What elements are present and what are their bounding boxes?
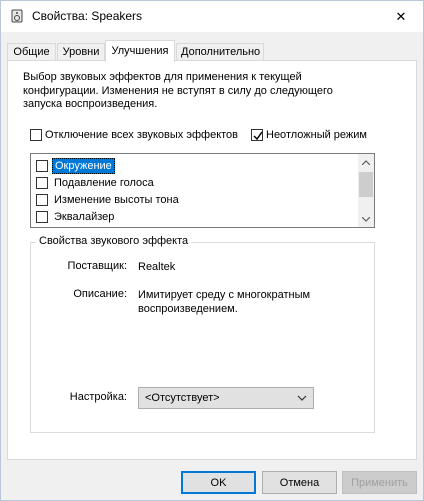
list-item[interactable]: Окружение bbox=[36, 157, 115, 174]
effect-label: Подавление голоса bbox=[54, 176, 154, 189]
tab-general[interactable]: Общие bbox=[7, 43, 56, 61]
list-item[interactable]: Изменение высоты тона bbox=[36, 191, 181, 208]
effect-checkbox[interactable] bbox=[36, 193, 48, 206]
disable-all-checkbox[interactable] bbox=[30, 129, 42, 141]
immediate-mode-row[interactable]: Неотложный режим bbox=[251, 129, 367, 141]
immediate-mode-label: Неотложный режим bbox=[266, 129, 367, 141]
tab-advanced[interactable]: Дополнительно bbox=[176, 43, 264, 61]
setting-select-value: <Отсутствует> bbox=[145, 392, 220, 404]
disable-all-row[interactable]: Отключение всех звуковых эффектов bbox=[30, 129, 238, 141]
description-value: Имитирует среду с многократным воспроизв… bbox=[138, 289, 311, 315]
effect-properties-title: Свойства звукового эффекта bbox=[36, 235, 192, 247]
tab-enhancements[interactable]: Улучшения bbox=[105, 40, 175, 62]
provider-label: Поставщик: bbox=[67, 260, 127, 272]
ok-button[interactable]: OK bbox=[181, 471, 256, 494]
setting-select[interactable]: <Отсутствует> bbox=[138, 387, 314, 409]
effects-scrollbar[interactable] bbox=[358, 154, 374, 227]
effect-label: Изменение высоты тона bbox=[54, 193, 179, 206]
setting-label: Настройка: bbox=[69, 391, 127, 403]
scroll-thumb[interactable] bbox=[359, 172, 373, 197]
effect-checkbox[interactable] bbox=[36, 176, 48, 189]
effect-checkbox[interactable] bbox=[36, 210, 48, 223]
window-title: Свойства: Speakers bbox=[32, 9, 143, 23]
disable-all-label: Отключение всех звуковых эффектов bbox=[45, 129, 238, 141]
scroll-up-button[interactable] bbox=[358, 154, 374, 170]
effect-label: Окружение bbox=[52, 157, 115, 174]
description-label: Описание: bbox=[73, 288, 127, 300]
effect-checkbox[interactable] bbox=[36, 159, 48, 172]
effect-label: Эквалайзер bbox=[54, 210, 115, 223]
list-item[interactable]: Эквалайзер bbox=[36, 208, 116, 225]
checkmark-icon bbox=[253, 131, 263, 141]
cancel-button[interactable]: Отмена bbox=[262, 471, 337, 494]
enhancements-description: Выбор звуковых эффектов для применения к… bbox=[23, 71, 333, 110]
title-bar[interactable]: Свойства: Speakers ✕ bbox=[1, 1, 423, 32]
provider-value: Realtek bbox=[138, 261, 176, 273]
chevron-up-icon bbox=[362, 159, 370, 165]
effects-list[interactable]: Окружение Подавление голоса Изменение вы… bbox=[30, 153, 375, 228]
close-button[interactable]: ✕ bbox=[379, 1, 423, 32]
chevron-down-icon bbox=[362, 216, 370, 222]
close-icon: ✕ bbox=[395, 8, 407, 24]
tab-levels[interactable]: Уровни bbox=[57, 43, 105, 61]
speaker-icon bbox=[10, 9, 24, 23]
list-item[interactable]: Подавление голоса bbox=[36, 174, 156, 191]
properties-window: Свойства: Speakers ✕ Общие Уровни Улучше… bbox=[0, 0, 424, 501]
apply-button[interactable]: Применить bbox=[342, 471, 417, 494]
immediate-mode-checkbox[interactable] bbox=[251, 129, 263, 141]
scroll-down-button[interactable] bbox=[358, 211, 374, 227]
chevron-down-icon bbox=[297, 395, 307, 401]
